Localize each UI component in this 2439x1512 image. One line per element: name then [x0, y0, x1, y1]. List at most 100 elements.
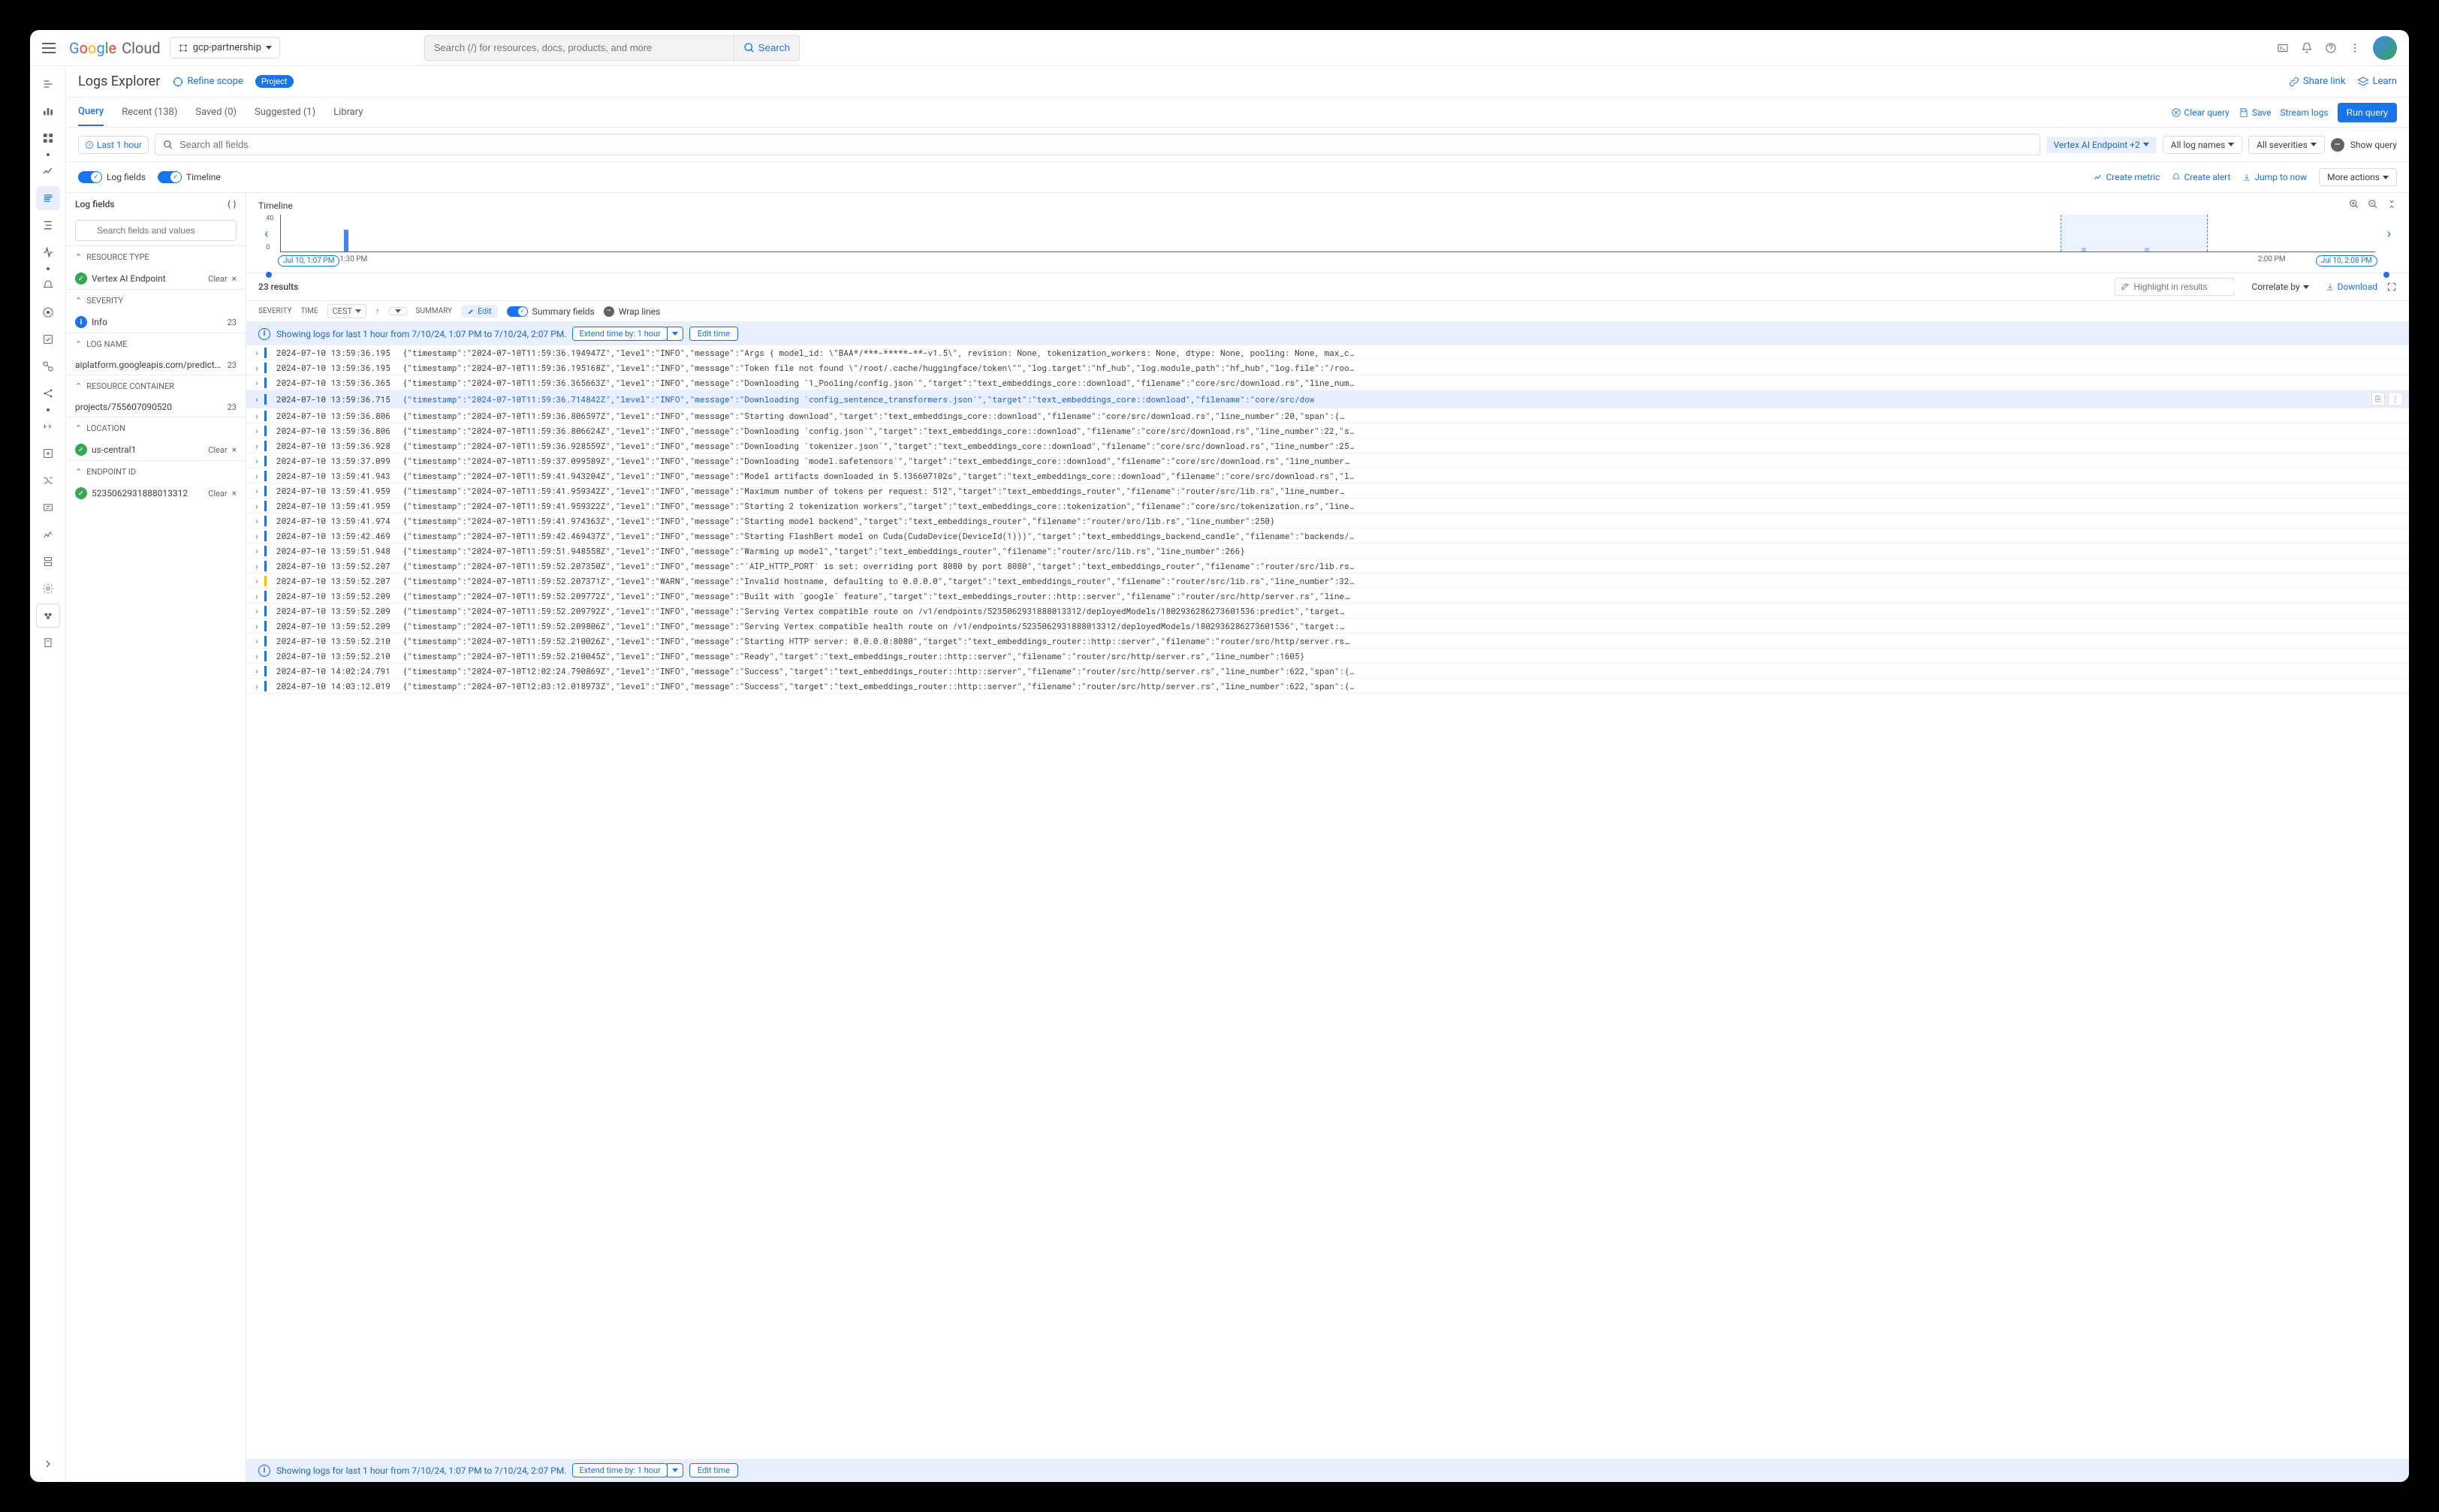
expand-icon[interactable]: ›	[252, 455, 261, 466]
log-row[interactable]: › 2024-07-10 13:59:52.210 {"timestamp":"…	[246, 634, 2409, 649]
timezone-dropdown[interactable]: CEST	[327, 304, 367, 318]
more-menu-icon[interactable]	[2349, 42, 2361, 54]
severity-indicator[interactable]	[264, 516, 267, 526]
edit-time-button[interactable]: Edit time	[689, 1463, 738, 1477]
global-search-input[interactable]	[425, 36, 734, 59]
zoom-in-icon[interactable]	[2349, 199, 2359, 209]
expand-icon[interactable]: ›	[252, 470, 261, 481]
tab-recent[interactable]: Recent (138)	[122, 99, 177, 125]
log-name-item[interactable]: aiplatform.googleapis.com/prediction_co.…	[66, 355, 246, 375]
clear-filter[interactable]: Clear	[208, 489, 227, 498]
log-row[interactable]: › 2024-07-10 13:59:42.469 {"timestamp":"…	[246, 529, 2409, 544]
timeline-toggle[interactable]: Timeline	[158, 171, 221, 183]
clear-query-button[interactable]: Clear query	[2171, 107, 2229, 118]
expand-icon[interactable]: ›	[252, 362, 261, 373]
expand-icon[interactable]: ›	[252, 635, 261, 646]
severity-indicator[interactable]	[264, 546, 267, 556]
endpoint-id-item[interactable]: ✓ 5235062931888013312 Clear ×	[66, 483, 246, 504]
expand-icon[interactable]: ›	[252, 650, 261, 661]
expand-icon[interactable]: ›	[252, 377, 261, 388]
timeline-prev-button[interactable]: ‹	[258, 226, 274, 242]
jump-to-now-button[interactable]: Jump to now	[2242, 172, 2307, 182]
location-section[interactable]: ⌃ LOCATION	[66, 417, 246, 439]
correlate-by-dropdown[interactable]: Correlate by	[2244, 279, 2316, 295]
more-actions-button[interactable]: More actions	[2319, 168, 2397, 186]
log-names-dropdown[interactable]: All log names	[2163, 136, 2242, 154]
nav-overview-icon[interactable]	[36, 72, 60, 96]
nav-logs-icon[interactable]	[36, 186, 60, 210]
nav-permissions-icon[interactable]	[36, 631, 60, 655]
fullscreen-icon[interactable]	[2386, 282, 2397, 292]
expand-icon[interactable]: ›	[252, 425, 261, 436]
expand-icon[interactable]: ›	[252, 575, 261, 586]
extend-time-button[interactable]: Extend time by: 1 hour	[572, 1463, 667, 1477]
extend-time-button[interactable]: Extend time by: 1 hour	[572, 327, 667, 341]
expand-icon[interactable]: ›	[252, 485, 261, 496]
timeline-chart-area[interactable]: 40 0	[280, 215, 2374, 252]
search-fields-input[interactable]	[179, 139, 2032, 150]
nav-dashboards-icon[interactable]	[36, 99, 60, 123]
log-row[interactable]: › 2024-07-10 13:59:41.943 {"timestamp":"…	[246, 468, 2409, 483]
wrap-lines-toggle[interactable]: – Wrap lines	[604, 306, 661, 317]
resource-container-item[interactable]: projects/755607090520 23	[66, 397, 246, 417]
expand-icon[interactable]: ›	[252, 665, 261, 676]
expand-icon[interactable]: ›	[252, 515, 261, 526]
stream-logs-button[interactable]: Stream logs	[2281, 107, 2329, 118]
tab-saved[interactable]: Saved (0)	[195, 99, 237, 125]
severity-section[interactable]: ⌃ SEVERITY	[66, 290, 246, 312]
close-icon[interactable]: ×	[232, 273, 237, 284]
expand-icon[interactable]: ›	[252, 500, 261, 511]
log-row[interactable]: › 2024-07-10 13:59:36.195 {"timestamp":"…	[246, 360, 2409, 375]
expand-icon[interactable]: ›	[252, 545, 261, 556]
close-icon[interactable]: ×	[232, 444, 237, 455]
severity-indicator[interactable]	[264, 651, 267, 661]
log-row[interactable]: › 2024-07-10 13:59:36.928 {"timestamp":"…	[246, 438, 2409, 453]
zoom-out-icon[interactable]	[2368, 199, 2378, 209]
show-query-link[interactable]: Show query	[2350, 140, 2397, 150]
severity-indicator[interactable]	[264, 426, 267, 436]
expand-icon[interactable]: ›	[252, 620, 261, 631]
expand-icon[interactable]: ›	[252, 560, 261, 571]
severity-indicator[interactable]	[264, 378, 267, 388]
edit-summary-button[interactable]: Edit	[461, 305, 498, 318]
time-range-chip[interactable]: Last 1 hour	[78, 136, 149, 154]
nav-slo-icon[interactable]	[36, 354, 60, 378]
expand-icon[interactable]: ›	[252, 530, 261, 541]
nav-uptime-icon[interactable]	[36, 327, 60, 351]
range-end-handle[interactable]	[2383, 272, 2389, 278]
nav-log-analytics-icon[interactable]	[36, 240, 60, 264]
resource-type-item[interactable]: ✓ Vertex AI Endpoint Clear ×	[66, 268, 246, 289]
nav-storage-icon[interactable]	[36, 550, 60, 574]
timeline-next-button[interactable]: ›	[2381, 226, 2397, 242]
nav-integrations-icon[interactable]	[36, 126, 60, 150]
resource-container-section[interactable]: ⌃ RESOURCE CONTAINER	[66, 375, 246, 397]
hide-similar-button[interactable]: –	[2331, 138, 2344, 152]
user-avatar[interactable]	[2373, 36, 2397, 60]
severity-indicator[interactable]	[264, 501, 267, 511]
log-row[interactable]: › 2024-07-10 13:59:52.209 {"timestamp":"…	[246, 604, 2409, 619]
severity-indicator[interactable]	[264, 666, 267, 676]
severity-indicator[interactable]	[264, 606, 267, 616]
highlight-input[interactable]	[2133, 282, 2250, 292]
tab-query[interactable]: Query	[78, 98, 104, 126]
expand-icon[interactable]: ›	[252, 347, 261, 358]
nav-detect-icon[interactable]	[36, 414, 60, 438]
log-row[interactable]: › 2024-07-10 13:59:36.806 {"timestamp":"…	[246, 408, 2409, 423]
log-row[interactable]: › 2024-07-10 13:59:51.948 {"timestamp":"…	[246, 544, 2409, 559]
expand-icon[interactable]: ›	[252, 605, 261, 616]
nav-log-metrics-icon[interactable]	[36, 523, 60, 547]
severity-indicator[interactable]	[264, 636, 267, 646]
row-menu-button[interactable]: ⋮	[2388, 392, 2403, 406]
log-row[interactable]: › 2024-07-10 13:59:36.715 {"timestamp":"…	[246, 390, 2409, 408]
run-query-button[interactable]: Run query	[2338, 103, 2397, 122]
resource-type-section[interactable]: ⌃ RESOURCE TYPE	[66, 246, 246, 268]
nav-trace-icon[interactable]	[36, 213, 60, 237]
google-cloud-logo[interactable]: Google Cloud	[69, 39, 161, 57]
log-row[interactable]: › 2024-07-10 13:59:52.210 {"timestamp":"…	[246, 649, 2409, 664]
refine-scope-button[interactable]: Refine scope	[172, 76, 243, 88]
copy-button[interactable]: ⎘	[2371, 392, 2385, 406]
nav-shuffle-icon[interactable]	[36, 468, 60, 492]
tab-library[interactable]: Library	[333, 99, 363, 125]
log-name-section[interactable]: ⌃ LOG NAME	[66, 333, 246, 355]
create-alert-button[interactable]: Create alert	[2172, 172, 2230, 182]
